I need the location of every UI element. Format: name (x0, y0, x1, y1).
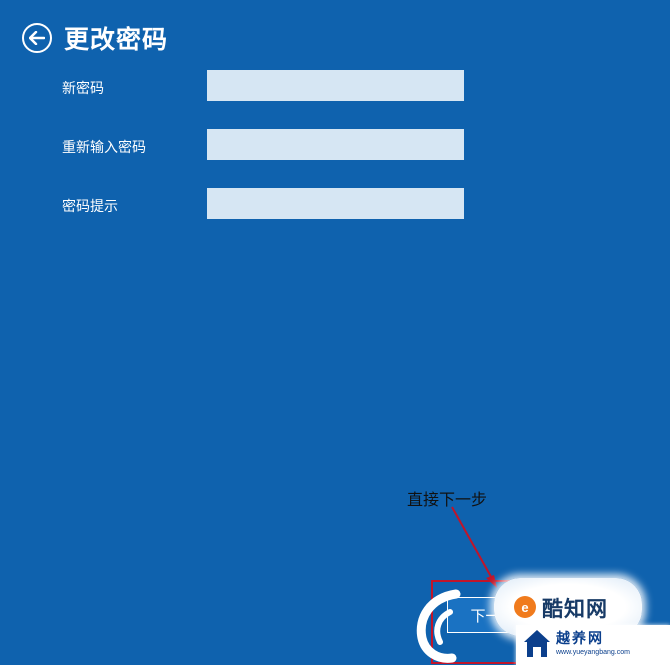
watermark-logo-icon: e (514, 596, 536, 618)
watermark-footer: 越养网 www.yueyangbang.com (516, 625, 670, 665)
watermark-footer-brand: 越养网 (556, 630, 604, 646)
watermark-brand: 酷知网 (542, 598, 608, 621)
annotation-text: 直接下一步 (407, 492, 488, 509)
watermark-swirl-icon (416, 589, 461, 663)
house-logo-icon (524, 630, 550, 657)
watermark-footer-url: www.yueyangbang.com (556, 649, 630, 656)
annotation-arrow-icon (451, 506, 497, 588)
